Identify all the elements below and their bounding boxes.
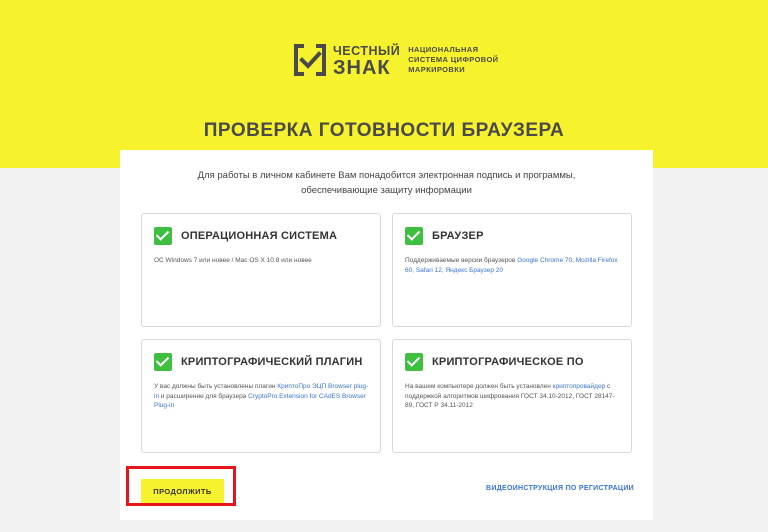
video-instruction-link[interactable]: ВИДЕОИНСТРУКЦИЯ ПО РЕГИСТРАЦИИ bbox=[486, 485, 634, 492]
highlight-frame bbox=[126, 466, 236, 506]
tile-link[interactable]: криптопровайдер bbox=[553, 383, 606, 390]
tile-text: Поддерживаемые версии браузеров bbox=[405, 257, 518, 264]
brand-tagline: НАЦИОНАЛЬНАЯ СИСТЕМА ЦИФРОВОЙ МАРКИРОВКИ bbox=[408, 45, 498, 75]
brand-tagline-line: МАРКИРОВКИ bbox=[408, 65, 465, 74]
header-band bbox=[0, 0, 768, 168]
tile-title: КРИПТОГРАФИЧЕСКИЙ ПЛАГИН bbox=[181, 356, 363, 368]
check-icon bbox=[405, 353, 423, 371]
tile-header: БРАУЗЕР bbox=[405, 227, 484, 245]
check-icon bbox=[154, 227, 172, 245]
intro-text: Для работы в личном кабинете Вам понадоб… bbox=[120, 168, 653, 198]
tile-text: и расширение для браузера bbox=[159, 392, 249, 400]
brand-tagline-line: СИСТЕМА ЦИФРОВОЙ bbox=[408, 55, 499, 64]
tile-header: КРИПТОГРАФИЧЕСКОЕ ПО bbox=[405, 353, 584, 371]
tile-title: ОПЕРАЦИОННАЯ СИСТЕМА bbox=[181, 230, 338, 242]
tile-description: У вас должны быть установлены плагин Кри… bbox=[154, 382, 370, 411]
brand-name-line2: ЗНАК bbox=[333, 57, 391, 79]
tile-text: У вас должны быть установлены плагин bbox=[154, 383, 278, 390]
brand-tagline-line: НАЦИОНАЛЬНАЯ bbox=[408, 45, 479, 54]
browser-check-card: Для работы в личном кабинете Вам понадоб… bbox=[120, 150, 653, 520]
brand-logo: ЧЕСТНЫЙ ЗНАК НАЦИОНАЛЬНАЯ СИСТЕМА ЦИФРОВ… bbox=[293, 42, 498, 78]
tile-operating-system: ОПЕРАЦИОННАЯ СИСТЕМА ОС Windows 7 или но… bbox=[141, 213, 381, 327]
tile-browser: БРАУЗЕР Поддерживаемые версии браузеров … bbox=[392, 213, 632, 327]
tile-description: ОС Windows 7 или новее / Mac OS X 10.8 и… bbox=[154, 256, 370, 266]
tile-description: Поддерживаемые версии браузеров Google C… bbox=[405, 256, 621, 275]
tile-title: КРИПТОГРАФИЧЕСКОЕ ПО bbox=[432, 356, 584, 368]
tile-text: ОС Windows 7 или новее / Mac OS X 10.8 и… bbox=[154, 257, 312, 264]
tile-crypto-software: КРИПТОГРАФИЧЕСКОЕ ПО На вашем компьютере… bbox=[392, 339, 632, 453]
page-title: ПРОВЕРКА ГОТОВНОСТИ БРАУЗЕРА bbox=[203, 120, 565, 141]
logo-check-icon bbox=[294, 44, 326, 76]
brand-name: ЧЕСТНЫЙ ЗНАК bbox=[333, 43, 400, 79]
tile-header: КРИПТОГРАФИЧЕСКИЙ ПЛАГИН bbox=[154, 353, 362, 371]
check-icon bbox=[405, 227, 423, 245]
tile-crypto-plugin: КРИПТОГРАФИЧЕСКИЙ ПЛАГИН У вас должны бы… bbox=[141, 339, 381, 453]
intro-line: обеспечивающие защиту информации bbox=[301, 185, 472, 196]
tile-text: На вашем компьютере должен быть установл… bbox=[405, 383, 553, 390]
check-icon bbox=[154, 353, 172, 371]
tile-description: На вашем компьютере должен быть установл… bbox=[405, 382, 621, 411]
intro-line: Для работы в личном кабинете Вам понадоб… bbox=[197, 170, 576, 181]
tile-title: БРАУЗЕР bbox=[432, 230, 484, 242]
tile-header: ОПЕРАЦИОННАЯ СИСТЕМА bbox=[154, 227, 337, 245]
